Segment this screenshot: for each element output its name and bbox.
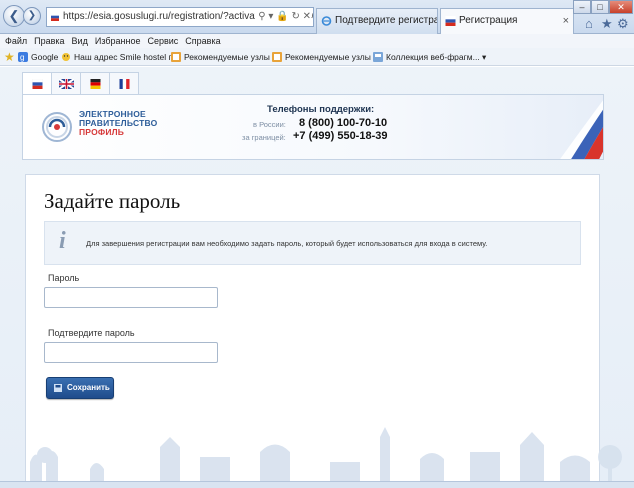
phone-label-abroad: за границей:: [242, 133, 286, 142]
save-icon: [54, 384, 62, 392]
phone-number-abroad: +7 (499) 550-18-39: [293, 130, 388, 142]
info-icon: i: [59, 228, 66, 254]
menu-help[interactable]: Справка: [185, 34, 220, 48]
lang-ru-tab[interactable]: [22, 72, 52, 94]
phone-number-russia: 8 (800) 100-70-10: [299, 117, 388, 129]
ie-page-icon: [321, 16, 332, 26]
refresh-icon[interactable]: ↻: [291, 11, 299, 22]
favorites-star-icon[interactable]: ★: [601, 16, 613, 32]
search-icon[interactable]: ⚲: [258, 11, 265, 22]
favorites-bar: ★ g Google Наш адрес Smile hostel г... Ре…: [0, 48, 634, 66]
favorite-smile-hostel[interactable]: Наш адрес Smile hostel г...: [61, 48, 178, 66]
minimize-button[interactable]: –: [573, 0, 591, 14]
menu-favorites[interactable]: Избранное: [95, 34, 141, 48]
info-text: Для завершения регистрации вам необходим…: [86, 239, 488, 248]
site-header: ЭЛЕКТРОННОЕ ПРАВИТЕЛЬСТВО ПРОФИЛЬ Телефо…: [22, 94, 604, 160]
status-bar: [0, 481, 634, 488]
site-flag-icon: [51, 13, 59, 21]
gear-icon[interactable]: ⚙: [617, 16, 629, 32]
support-title: Телефоны поддержки:: [267, 104, 375, 115]
feed-icon: [171, 52, 181, 62]
stop-icon[interactable]: ✕: [303, 11, 311, 22]
home-icon[interactable]: ⌂: [585, 16, 593, 31]
save-button[interactable]: Сохранить: [46, 377, 114, 399]
password-label: Пароль: [48, 273, 80, 283]
lang-en-tab[interactable]: [51, 72, 81, 94]
lock-icon[interactable]: 🔒: [276, 11, 288, 22]
favorite-webslice[interactable]: Коллекция веб-фрагм... ▾: [373, 48, 486, 66]
uk-flag-icon: [59, 79, 74, 89]
browser-titlebar: ❮ ❯ https://esia.gosuslugi.ru/registrati…: [0, 0, 634, 34]
tab-label: Подтвердите регистрацию - ...: [335, 15, 438, 26]
lang-de-tab[interactable]: [80, 72, 110, 94]
menu-file[interactable]: Файл: [5, 34, 27, 48]
save-button-label: Сохранить: [67, 383, 110, 392]
menu-view[interactable]: Вид: [72, 34, 88, 48]
menu-bar: Файл Правка Вид Избранное Сервис Справка: [0, 34, 634, 48]
forward-button[interactable]: ❯: [23, 7, 41, 25]
logo-text: ЭЛЕКТРОННОЕ ПРАВИТЕЛЬСТВО ПРОФИЛЬ: [79, 110, 157, 137]
svg-text:g: g: [20, 53, 24, 62]
tab-registration[interactable]: Регистрация ×: [440, 8, 574, 34]
close-window-button[interactable]: ✕: [609, 0, 633, 14]
lang-fr-tab[interactable]: [109, 72, 139, 94]
webslice-icon: [373, 52, 383, 62]
address-bar[interactable]: https://esia.gosuslugi.ru/registration/?…: [46, 7, 314, 27]
city-skyline-decoration: [30, 427, 622, 488]
ru-flag-icon: [445, 16, 456, 26]
info-box: i Для завершения регистрации вам необход…: [44, 221, 581, 265]
favorite-recommended-2[interactable]: Рекомендуемые узлы ▾: [272, 48, 377, 66]
close-tab-icon[interactable]: ×: [563, 9, 569, 33]
tab-confirm-registration[interactable]: Подтвердите регистрацию - ...: [316, 8, 438, 34]
dropdown-icon[interactable]: ▾: [268, 11, 273, 22]
de-flag-icon: [90, 79, 101, 89]
web-page: ЭЛЕКТРОННОЕ ПРАВИТЕЛЬСТВО ПРОФИЛЬ Телефо…: [0, 67, 634, 488]
e-government-logo-icon[interactable]: [41, 111, 73, 143]
favorite-google[interactable]: g Google: [18, 48, 58, 66]
page-title: Задайте пароль: [44, 189, 181, 213]
fr-flag-icon: [119, 79, 130, 89]
maximize-button[interactable]: □: [591, 0, 609, 14]
menu-tools[interactable]: Сервис: [147, 34, 178, 48]
phone-label-russia: в России:: [253, 120, 286, 129]
favorites-star-icon[interactable]: ★: [4, 48, 15, 66]
address-icons: ⚲ ▾ 🔒 ↻ ✕: [255, 8, 311, 26]
logo-line-3: ПРОФИЛЬ: [79, 127, 125, 137]
google-icon: g: [18, 52, 28, 62]
flag-stripes-decoration: [560, 100, 603, 159]
tab-label: Регистрация: [459, 15, 518, 26]
confirm-password-input[interactable]: [44, 342, 218, 363]
page-icon: [62, 53, 70, 61]
menu-edit[interactable]: Правка: [34, 34, 64, 48]
feed-icon: [272, 52, 282, 62]
favorite-recommended-1[interactable]: Рекомендуемые узлы ▾: [171, 48, 276, 66]
ru-flag-icon: [32, 79, 43, 89]
confirm-password-label: Подтвердите пароль: [48, 328, 135, 338]
back-button[interactable]: ❮: [3, 5, 25, 27]
password-input[interactable]: [44, 287, 218, 308]
